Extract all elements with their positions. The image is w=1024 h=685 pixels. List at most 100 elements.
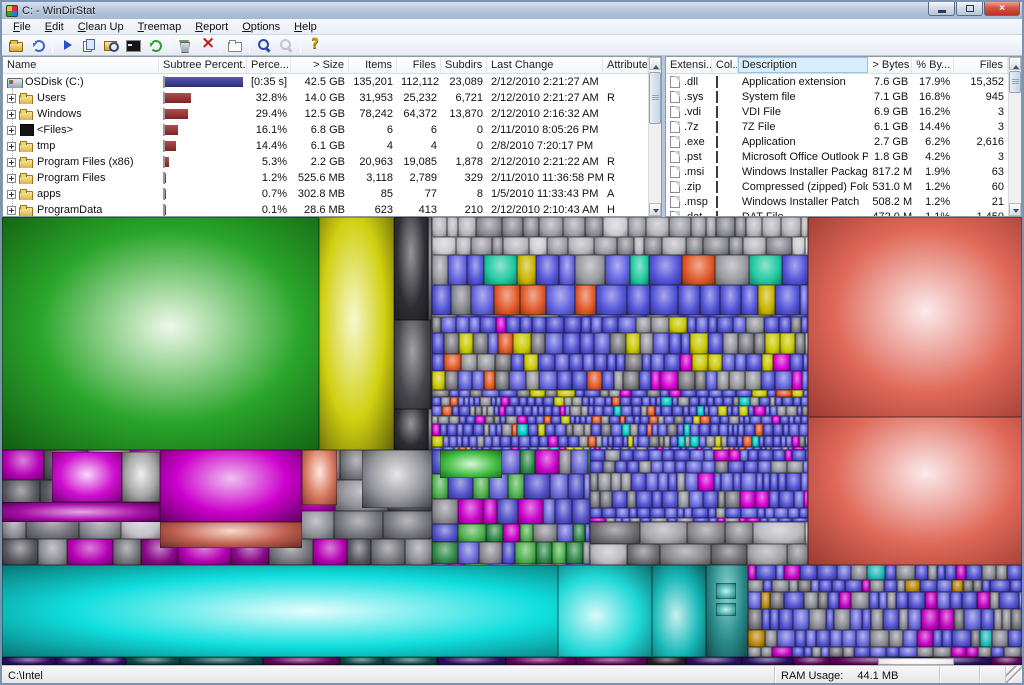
treemap-tile[interactable] (759, 397, 770, 406)
extension-row[interactable]: .zip Compressed (zipped) Folder531.0 MB 1.… (666, 179, 1008, 194)
treemap-tile[interactable] (640, 416, 649, 424)
treemap-tile[interactable] (579, 436, 588, 447)
tree-row[interactable]: <Files> 16.1% 6.8 GB 6 6 0 2/11/2010 8:05:26 P… (3, 122, 648, 138)
treemap-tile[interactable] (661, 406, 672, 416)
treemap-tile[interactable] (568, 237, 594, 255)
resize-grip[interactable] (1006, 666, 1022, 683)
treemap-tile[interactable] (700, 416, 710, 424)
treemap-tile[interactable] (432, 333, 444, 354)
treemap-tile[interactable] (843, 647, 854, 657)
treemap-tile[interactable] (458, 217, 476, 237)
treemap-tile[interactable] (1011, 609, 1022, 630)
expand-icon[interactable] (7, 93, 16, 103)
extension-row[interactable]: .exe Application 2.7 GB 6.2% 2,616 (666, 134, 1008, 149)
treemap-tile[interactable] (568, 474, 584, 499)
treemap-tile[interactable] (650, 508, 665, 518)
treemap-tile[interactable] (715, 461, 728, 473)
delete-button[interactable] (195, 33, 217, 54)
treemap-tile[interactable] (990, 592, 999, 609)
treemap-tile[interactable] (444, 354, 461, 371)
treemap-tile[interactable] (669, 317, 687, 333)
treemap-tile[interactable] (548, 436, 558, 447)
treemap-tile[interactable] (533, 524, 557, 542)
treemap-block-salmon-cushion[interactable] (302, 450, 337, 505)
treemap-tile[interactable] (467, 255, 484, 285)
treemap-tile[interactable] (682, 255, 715, 285)
treemap-tile[interactable] (674, 416, 684, 424)
treemap-tile[interactable] (716, 217, 735, 237)
treemap-block-magenta-band[interactable] (2, 502, 160, 522)
treemap-tile[interactable] (2, 539, 38, 565)
treemap-tile[interactable] (531, 333, 545, 354)
treemap-tile[interactable] (532, 317, 546, 333)
treemap-tile[interactable] (575, 390, 584, 397)
treemap-tile[interactable] (651, 461, 663, 473)
scroll-down-icon[interactable] (649, 203, 661, 216)
tree-row[interactable]: Users 32.8% 14.0 GB 31,953 25,232 6,721 2/12/2… (3, 90, 648, 106)
treemap-tile[interactable] (620, 450, 633, 461)
treemap-tile[interactable] (598, 473, 611, 491)
treemap-tile[interactable] (590, 450, 605, 461)
treemap-tile[interactable] (394, 320, 431, 409)
treemap-tile[interactable] (740, 450, 748, 461)
treemap-tile[interactable] (757, 508, 765, 518)
treemap-tile[interactable] (703, 237, 729, 255)
treemap-tile[interactable] (584, 390, 600, 397)
treemap-tile[interactable] (952, 580, 963, 592)
treemap-tile[interactable] (638, 424, 647, 436)
treemap-tile[interactable] (818, 592, 828, 609)
treemap-tile[interactable] (561, 416, 570, 424)
treemap-tile[interactable] (1021, 647, 1022, 657)
treemap-tile[interactable] (862, 609, 871, 630)
treemap-tile[interactable] (646, 217, 669, 237)
treemap[interactable] (2, 217, 1022, 665)
treemap-tile[interactable] (786, 473, 801, 491)
treemap-tile[interactable] (67, 539, 113, 565)
treemap-tile[interactable] (600, 491, 612, 508)
treemap-tile[interactable] (459, 416, 466, 424)
treemap-tile[interactable] (700, 285, 720, 315)
treemap-tile[interactable] (819, 580, 832, 592)
treemap-tile[interactable] (458, 499, 483, 524)
treemap-tile[interactable] (769, 491, 779, 508)
treemap-tile[interactable] (610, 333, 626, 354)
treemap-tile[interactable] (616, 354, 625, 371)
treemap-block-gray-cushion-2[interactable] (362, 450, 432, 508)
treemap-tile[interactable] (503, 237, 529, 255)
treemap-tile[interactable] (459, 447, 466, 450)
treemap-tile[interactable] (602, 508, 616, 518)
treemap-tile[interactable] (851, 565, 867, 580)
treemap-tile[interactable] (502, 542, 515, 564)
treemap-tile[interactable] (628, 217, 646, 237)
treemap-tile[interactable] (594, 237, 617, 255)
extension-row[interactable]: .dat DAT File472.0 MB1.1%1,450 (666, 209, 1008, 216)
treemap-tile[interactable] (765, 333, 780, 354)
treemap-tile[interactable] (627, 285, 650, 315)
treemap-tile[interactable] (575, 285, 596, 315)
treemap-tile[interactable] (432, 317, 441, 333)
treemap-tile[interactable] (594, 354, 607, 371)
treemap-tile[interactable] (263, 657, 340, 665)
treemap-tile[interactable] (917, 647, 933, 657)
treemap-tile[interactable] (971, 630, 980, 647)
treemap-tile[interactable] (1008, 630, 1022, 647)
treemap-tile[interactable] (689, 406, 697, 416)
treemap-tile[interactable] (767, 390, 776, 397)
treemap-tile[interactable] (538, 447, 549, 450)
treemap-tile[interactable] (602, 371, 614, 390)
treemap-tile[interactable] (770, 592, 784, 609)
treemap-tile[interactable] (685, 473, 698, 491)
treemap-tile[interactable] (719, 424, 728, 436)
treemap-tile[interactable] (966, 647, 978, 657)
treemap-tile[interactable] (784, 565, 800, 580)
treemap-tile[interactable] (432, 390, 449, 397)
treemap-tile[interactable] (992, 630, 1008, 647)
treemap-tile[interactable] (851, 592, 869, 609)
treemap-tile[interactable] (590, 473, 598, 491)
treemap-tile[interactable] (714, 450, 729, 461)
treemap-tile[interactable] (690, 450, 704, 461)
treemap-tile[interactable] (776, 390, 792, 397)
treemap-tile[interactable] (772, 416, 780, 424)
treemap-tile[interactable] (991, 647, 1004, 657)
treemap-tile[interactable] (775, 397, 782, 406)
